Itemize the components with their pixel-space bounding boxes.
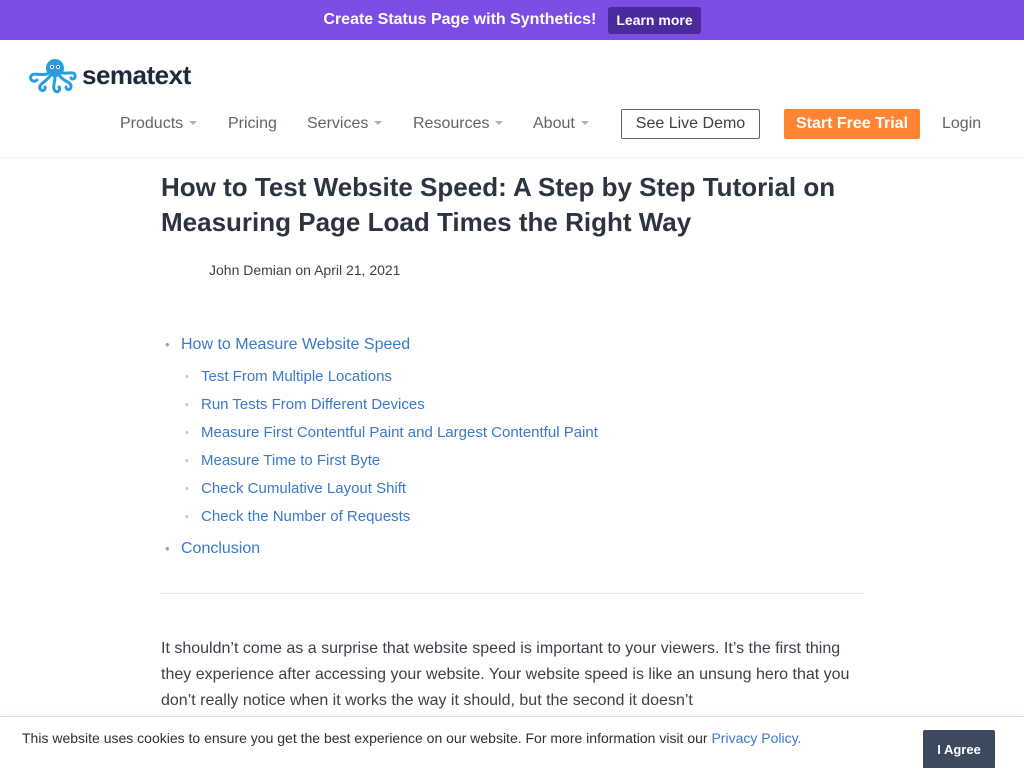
- chevron-down-icon: [189, 120, 198, 125]
- toc-link-different-devices[interactable]: Run Tests From Different Devices: [161, 391, 861, 419]
- toc-link-fcp-lcp[interactable]: Measure First Contentful Paint and Large…: [161, 419, 861, 447]
- nav-products-label: Products: [120, 115, 184, 132]
- login-link[interactable]: Login: [942, 108, 981, 140]
- toc-link-measure-speed[interactable]: How to Measure Website Speed: [161, 333, 861, 357]
- nav-pricing[interactable]: Pricing: [228, 108, 277, 140]
- nav-resources-label: Resources: [413, 115, 490, 132]
- chevron-down-icon: [580, 120, 589, 125]
- chevron-down-icon: [374, 120, 383, 125]
- promo-text: Create Status Page with Synthetics!: [323, 11, 597, 28]
- toc-link-ttfb[interactable]: Measure Time to First Byte: [161, 447, 861, 475]
- nav-resources[interactable]: Resources: [413, 108, 504, 140]
- promo-bar: Create Status Page with Synthetics! Lear…: [0, 0, 1024, 40]
- chevron-down-icon: [495, 120, 504, 125]
- divider: [161, 593, 863, 594]
- i-agree-button[interactable]: I Agree: [923, 730, 995, 768]
- logo-text: sematext: [82, 59, 191, 90]
- nav-about[interactable]: About: [533, 108, 589, 140]
- cookie-message: This website uses cookies to ensure you …: [22, 730, 801, 746]
- cookie-banner: This website uses cookies to ensure you …: [0, 716, 1024, 768]
- privacy-policy-link[interactable]: Privacy Policy: [711, 730, 797, 746]
- toc-link-cls[interactable]: Check Cumulative Layout Shift: [161, 475, 861, 503]
- nav-services-label: Services: [307, 115, 369, 132]
- nav-products[interactable]: Products: [120, 108, 198, 140]
- article-intro: It shouldn’t come as a surprise that web…: [161, 640, 850, 709]
- article-byline: John Demian on April 21, 2021: [209, 262, 401, 278]
- site-header: sematext Products Pricing Services Resou…: [0, 40, 1024, 158]
- nav-services[interactable]: Services: [307, 108, 383, 140]
- cookie-suffix: .: [797, 730, 802, 746]
- logo[interactable]: sematext: [28, 56, 191, 94]
- nav-about-label: About: [533, 115, 575, 132]
- toc-link-multiple-locations[interactable]: Test From Multiple Locations: [161, 363, 861, 391]
- cookie-text: This website uses cookies to ensure you …: [22, 730, 712, 746]
- octopus-icon: [28, 56, 78, 94]
- article-title: How to Test Website Speed: A Step by Ste…: [161, 172, 836, 237]
- table-of-contents: How to Measure Website Speed Test From M…: [161, 333, 861, 561]
- start-free-trial-button[interactable]: Start Free Trial: [784, 109, 920, 139]
- toc-link-requests[interactable]: Check the Number of Requests: [161, 503, 861, 531]
- see-live-demo-button[interactable]: See Live Demo: [621, 109, 760, 139]
- nav-pricing-label: Pricing: [228, 115, 277, 132]
- learn-more-button[interactable]: Learn more: [608, 6, 701, 34]
- toc-link-conclusion[interactable]: Conclusion: [161, 537, 861, 561]
